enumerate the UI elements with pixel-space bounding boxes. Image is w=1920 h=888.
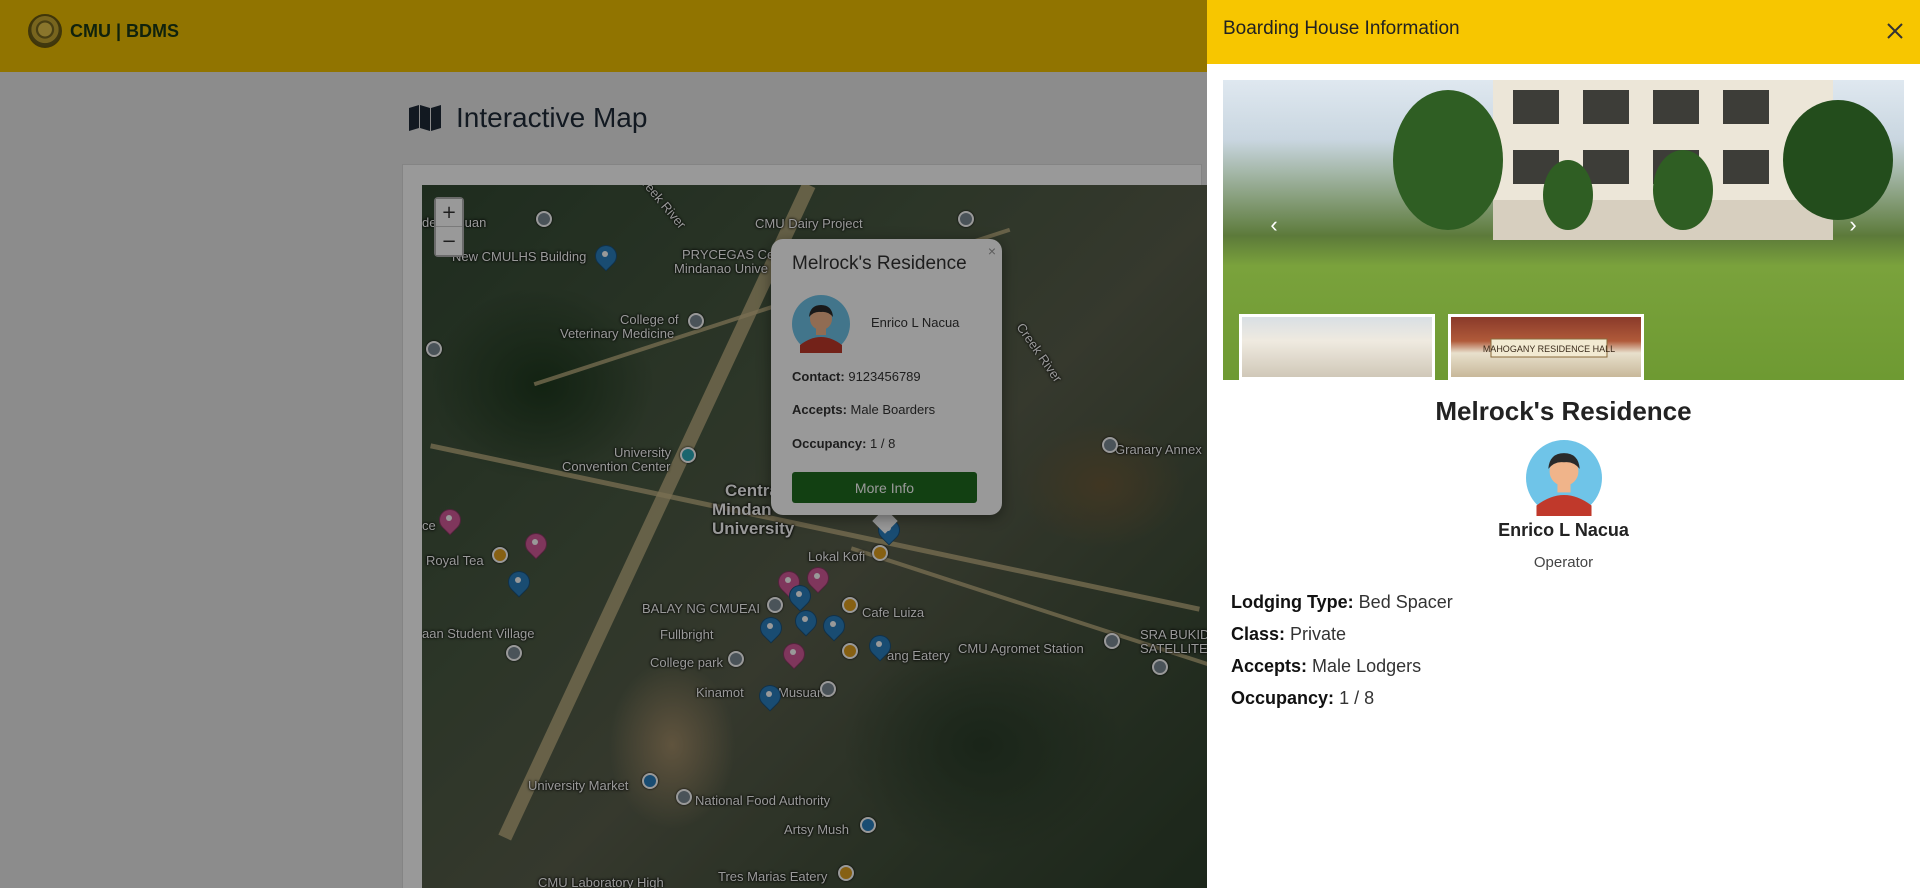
photo-detail xyxy=(1393,90,1503,230)
photo-thumbnail[interactable]: MAHOGANY RESIDENCE HALL xyxy=(1448,314,1644,380)
photo-detail xyxy=(1653,150,1713,230)
photo-carousel[interactable]: ‹ › MAHOGANY RESIDENCE HALL xyxy=(1223,80,1904,380)
operator-role: Operator xyxy=(1533,554,1594,571)
detail-value: Private xyxy=(1290,624,1347,644)
detail-label: Occupancy: xyxy=(1231,688,1335,708)
photo-detail xyxy=(1543,160,1593,230)
detail-value: 1 / 8 xyxy=(1339,688,1375,708)
operator-avatar xyxy=(1526,440,1602,516)
detail-value: Bed Spacer xyxy=(1358,592,1453,612)
operator-name: Enrico L Nacua xyxy=(1498,520,1629,540)
photo-detail xyxy=(1583,90,1629,124)
panel-title: Boarding House Information xyxy=(1223,18,1460,39)
detail-label: Accepts: xyxy=(1231,656,1308,676)
detail-value: Male Lodgers xyxy=(1312,656,1422,676)
detail-lodging-type: Lodging Type: Bed Spacer xyxy=(1231,592,1453,613)
detail-accepts: Accepts: Male Lodgers xyxy=(1231,656,1421,677)
photo-thumbnail[interactable] xyxy=(1239,314,1435,380)
boarding-house-name: Melrock's Residence xyxy=(1435,396,1692,426)
photo-detail xyxy=(1783,100,1893,220)
photo-detail xyxy=(1653,90,1699,124)
offcanvas-backdrop[interactable] xyxy=(0,0,1207,888)
detail-label: Lodging Type: xyxy=(1231,592,1354,612)
boarding-house-panel: Boarding House Information ‹ › MAHOGANY … xyxy=(1207,0,1920,888)
photo-sign-text: MAHOGANY RESIDENCE HALL xyxy=(1483,344,1615,354)
detail-class: Class: Private xyxy=(1231,624,1346,645)
panel-header: Boarding House Information xyxy=(1207,0,1920,64)
photo-detail xyxy=(1723,150,1769,184)
detail-label: Class: xyxy=(1231,624,1286,644)
close-icon[interactable] xyxy=(1882,18,1908,44)
detail-occupancy: Occupancy: 1 / 8 xyxy=(1231,688,1374,709)
photo-detail xyxy=(1723,90,1769,124)
carousel-next-icon[interactable]: › xyxy=(1838,210,1868,240)
photo-detail xyxy=(1513,90,1559,124)
carousel-prev-icon[interactable]: ‹ xyxy=(1259,210,1289,240)
